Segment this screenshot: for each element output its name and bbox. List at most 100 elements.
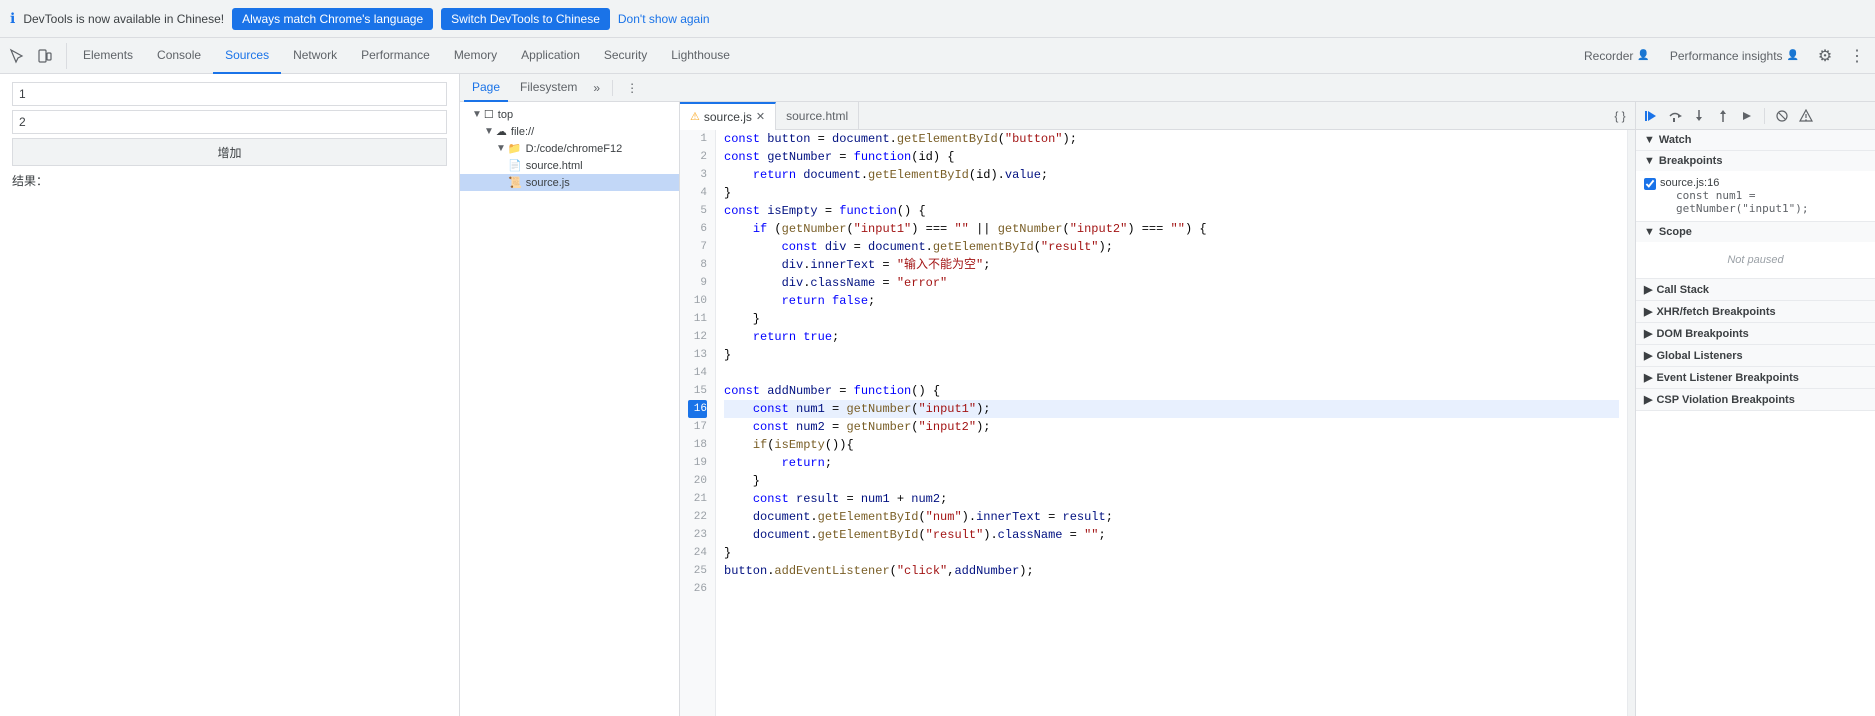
file-icon: 📄 (508, 159, 522, 172)
csp-violation-section: ▶ CSP Violation Breakpoints (1636, 389, 1875, 411)
code-line-11: } (724, 310, 1619, 328)
match-language-button[interactable]: Always match Chrome's language (232, 8, 433, 30)
line-num-25: 25 (688, 562, 707, 580)
webpage-panel: 增加 结果： (0, 74, 460, 716)
event-listener-label: Event Listener Breakpoints (1656, 372, 1798, 384)
line-num-10: 10 (688, 292, 707, 310)
breakpoints-label: Breakpoints (1659, 155, 1723, 167)
tab-lighthouse[interactable]: Lighthouse (659, 38, 742, 74)
line-num-24: 24 (688, 544, 707, 562)
tab-application[interactable]: Application (509, 38, 592, 74)
line-num-6: 6 (688, 220, 707, 238)
code-line-25: button.addEventListener("click",addNumbe… (724, 562, 1619, 580)
input1-field[interactable] (12, 82, 447, 106)
main-layout: 增加 结果： Page Filesystem » ⋮ ▼ ☐ top (0, 74, 1875, 716)
new-snippet-button[interactable]: ⋮ (621, 77, 643, 99)
call-stack-section: ▶ Call Stack (1636, 279, 1875, 301)
banner-text: DevTools is now available in Chinese! (23, 12, 224, 26)
file-tree: ▼ ☐ top ▼ ☁ file:// ▼ 📁 D:/code/chromeF1… (460, 102, 680, 716)
devtools-toolbar: Elements Console Sources Network Perform… (0, 38, 1875, 74)
code-line-9: div.className = "error" (724, 274, 1619, 292)
step-out-button[interactable] (1712, 105, 1734, 127)
dom-breakpoints-section: ▶ DOM Breakpoints (1636, 323, 1875, 345)
recorder-tab[interactable]: Recorder 👤 (1576, 38, 1658, 74)
dom-breakpoints-header[interactable]: ▶ DOM Breakpoints (1636, 323, 1875, 344)
inspect-element-button[interactable] (4, 43, 30, 69)
breakpoint-checkbox-1[interactable] (1644, 178, 1656, 190)
code-line-17: const num2 = getNumber("input2"); (724, 418, 1619, 436)
tree-item-source-js[interactable]: 📜 source.js (460, 174, 679, 191)
code-line-19: return; (724, 454, 1619, 472)
tree-item-file[interactable]: ▼ ☁ file:// (460, 123, 679, 140)
input2-field[interactable] (12, 110, 447, 134)
switch-to-chinese-button[interactable]: Switch DevTools to Chinese (441, 8, 610, 30)
dont-show-again-button[interactable]: Don't show again (618, 12, 710, 26)
chevron-right-icon: ▶ (1644, 349, 1652, 362)
event-listener-header[interactable]: ▶ Event Listener Breakpoints (1636, 367, 1875, 388)
code-container: 1 2 3 4 5 6 7 8 9 10 11 12 13 14 (680, 130, 1635, 716)
code-line-16: const num1 = getNumber("input1"); (724, 400, 1619, 418)
warn-icon: ⚠ (690, 110, 700, 123)
tab-performance[interactable]: Performance (349, 38, 442, 74)
sources-content: ▼ ☐ top ▼ ☁ file:// ▼ 📁 D:/code/chromeF1… (460, 102, 1875, 716)
xhr-fetch-header[interactable]: ▶ XHR/fetch Breakpoints (1636, 301, 1875, 322)
pause-on-exceptions-button[interactable] (1795, 105, 1817, 127)
toolbar-separator (612, 80, 613, 96)
tree-item-top[interactable]: ▼ ☐ top (460, 106, 679, 123)
scope-header[interactable]: ▼ Scope (1636, 222, 1875, 242)
chevron-down-icon: ▼ (1644, 134, 1655, 146)
editor-tab-source-js[interactable]: ⚠ source.js ✕ (680, 102, 776, 130)
code-line-5: const isEmpty = function() { (724, 202, 1619, 220)
scope-label: Scope (1659, 226, 1692, 238)
editor-tab-close-js[interactable]: ✕ (756, 110, 765, 123)
tree-item-source-html[interactable]: 📄 source.html (460, 157, 679, 174)
devtools-tab-bar: Elements Console Sources Network Perform… (71, 38, 1576, 74)
cloud-icon: ☁ (496, 125, 507, 138)
code-line-22: document.getElementById("num").innerText… (724, 508, 1619, 526)
editor-tab-source-html[interactable]: source.html (776, 102, 859, 130)
step-into-button[interactable] (1688, 105, 1710, 127)
not-paused-text: Not paused (1644, 246, 1867, 274)
more-tools-button[interactable]: ⋮ (1843, 42, 1871, 70)
watch-label: Watch (1659, 134, 1692, 146)
breakpoints-header[interactable]: ▼ Breakpoints (1636, 151, 1875, 171)
editor-tab-right-icons: { } (1609, 105, 1635, 127)
code-lines: const button = document.getElementById("… (716, 130, 1627, 716)
csp-violation-label: CSP Violation Breakpoints (1656, 394, 1794, 406)
step-button[interactable] (1736, 105, 1758, 127)
tree-item-dcode[interactable]: ▼ 📁 D:/code/chromeF12 (460, 140, 679, 157)
debug-panel: ▼ Watch ▼ Breakpoints source.js:1 (1635, 102, 1875, 716)
watch-header[interactable]: ▼ Watch (1636, 130, 1875, 150)
folder-icon: 📁 (508, 142, 522, 155)
deactivate-breakpoints-button[interactable] (1771, 105, 1793, 127)
sources-toolbar: Page Filesystem » ⋮ (460, 74, 1875, 102)
csp-violation-header[interactable]: ▶ CSP Violation Breakpoints (1636, 389, 1875, 410)
tab-console[interactable]: Console (145, 38, 213, 74)
tab-memory[interactable]: Memory (442, 38, 509, 74)
line-num-4: 4 (688, 184, 707, 202)
code-line-10: return false; (724, 292, 1619, 310)
call-stack-header[interactable]: ▶ Call Stack (1636, 279, 1875, 300)
chevron-right-icon: ▶ (1644, 305, 1652, 318)
code-line-23: document.getElementById("result").classN… (724, 526, 1619, 544)
performance-insights-tab[interactable]: Performance insights 👤 (1662, 38, 1807, 74)
sources-tab-more[interactable]: » (589, 81, 604, 95)
resume-button[interactable] (1640, 105, 1662, 127)
xhr-fetch-label: XHR/fetch Breakpoints (1656, 306, 1775, 318)
tab-security[interactable]: Security (592, 38, 659, 74)
sources-tab-page[interactable]: Page (464, 74, 508, 102)
pretty-print-button[interactable]: { } (1609, 105, 1631, 127)
global-listeners-header[interactable]: ▶ Global Listeners (1636, 345, 1875, 366)
tab-sources[interactable]: Sources (213, 38, 281, 74)
settings-button[interactable]: ⚙ (1811, 42, 1839, 70)
chevron-right-icon: ▶ (1644, 371, 1652, 384)
chevron-down-icon: ▼ (472, 109, 482, 120)
tab-network[interactable]: Network (281, 38, 349, 74)
tree-label-source-js: source.js (526, 177, 570, 189)
sources-tab-filesystem[interactable]: Filesystem (512, 74, 585, 102)
device-toolbar-button[interactable] (32, 43, 58, 69)
tab-elements[interactable]: Elements (71, 38, 145, 74)
line-num-18: 18 (688, 436, 707, 454)
step-over-button[interactable] (1664, 105, 1686, 127)
add-button[interactable]: 增加 (12, 138, 447, 166)
